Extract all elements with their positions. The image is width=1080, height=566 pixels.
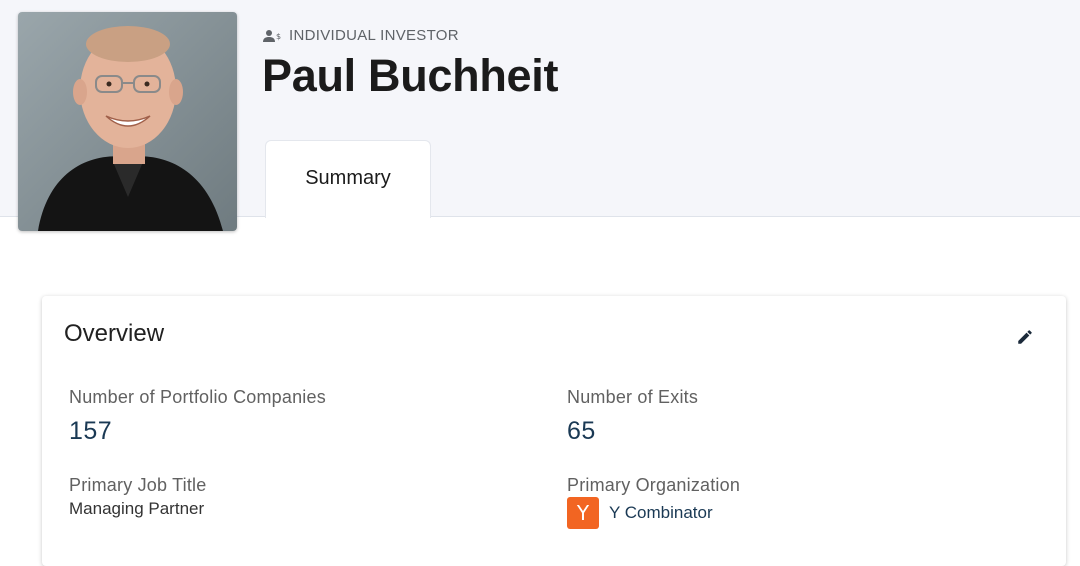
svg-text:$: $	[276, 32, 281, 41]
tab-summary[interactable]: Summary	[265, 140, 431, 218]
profile-photo	[18, 12, 237, 231]
card-title: Overview	[64, 320, 165, 347]
overview-card: Overview Number of Portfolio Companies 1…	[42, 296, 1066, 566]
exits-value[interactable]: 65	[567, 417, 596, 446]
pencil-icon	[1018, 330, 1032, 344]
portfolio-companies-label: Number of Portfolio Companies	[69, 387, 326, 407]
job-title-label: Primary Job Title	[69, 475, 207, 495]
page-title: Paul Buchheit	[262, 50, 559, 101]
entity-type-label: INDIVIDUAL INVESTOR	[289, 27, 459, 44]
organization-name[interactable]: Y Combinator	[609, 503, 713, 523]
organization-link[interactable]: Y Y Combinator	[567, 497, 713, 529]
edit-button[interactable]	[1014, 326, 1036, 348]
exits-label: Number of Exits	[567, 387, 699, 407]
entity-type: $ INDIVIDUAL INVESTOR	[263, 27, 459, 44]
portfolio-companies-value[interactable]: 157	[69, 417, 112, 446]
organization-label: Primary Organization	[567, 475, 741, 495]
y-combinator-logo: Y	[567, 497, 599, 529]
investor-icon: $	[263, 29, 281, 43]
job-title-value: Managing Partner	[69, 499, 205, 518]
